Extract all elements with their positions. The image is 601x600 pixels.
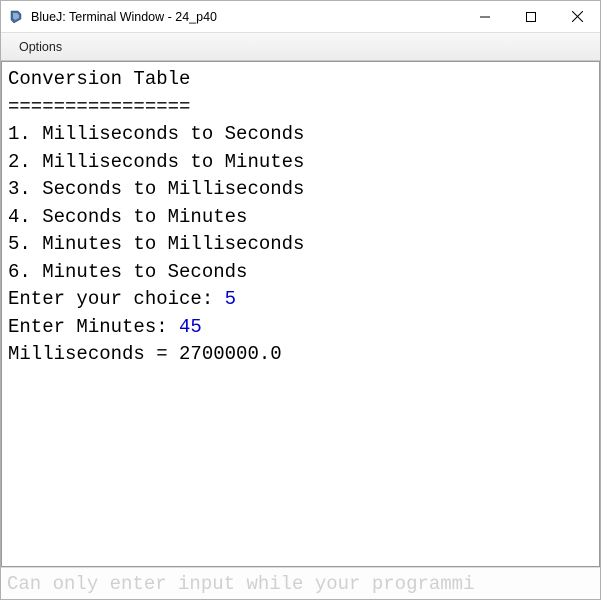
minimize-icon <box>480 12 490 22</box>
menu-options[interactable]: Options <box>11 37 70 57</box>
window-controls <box>462 1 600 32</box>
maximize-button[interactable] <box>508 1 554 32</box>
prompt-choice-label: Enter your choice: <box>8 288 225 310</box>
output-header: Conversion Table <box>8 68 190 90</box>
bluej-icon <box>7 8 25 26</box>
output-result: Milliseconds = 2700000.0 <box>8 343 282 365</box>
output-line-1: 1. Milliseconds to Seconds <box>8 123 304 145</box>
output-line-4: 4. Seconds to Minutes <box>8 206 247 228</box>
output-line-2: 2. Milliseconds to Minutes <box>8 151 304 173</box>
output-divider: ================ <box>8 96 190 118</box>
output-line-5: 5. Minutes to Milliseconds <box>8 233 304 255</box>
titlebar: BlueJ: Terminal Window - 24_p40 <box>1 1 600 33</box>
menubar: Options <box>1 33 600 61</box>
close-icon <box>572 11 583 22</box>
window-title: BlueJ: Terminal Window - 24_p40 <box>31 10 462 24</box>
output-line-6: 6. Minutes to Seconds <box>8 261 247 283</box>
prompt-choice-value: 5 <box>225 288 236 310</box>
prompt-minutes-value: 45 <box>179 316 202 338</box>
terminal-input[interactable]: Can only enter input while your programm… <box>1 567 600 599</box>
terminal-window: BlueJ: Terminal Window - 24_p40 Options <box>0 0 601 600</box>
maximize-icon <box>526 12 536 22</box>
terminal-output: Conversion Table ================ 1. Mil… <box>1 61 600 567</box>
output-line-3: 3. Seconds to Milliseconds <box>8 178 304 200</box>
minimize-button[interactable] <box>462 1 508 32</box>
close-button[interactable] <box>554 1 600 32</box>
input-placeholder: Can only enter input while your programm… <box>7 573 474 595</box>
prompt-minutes-label: Enter Minutes: <box>8 316 179 338</box>
